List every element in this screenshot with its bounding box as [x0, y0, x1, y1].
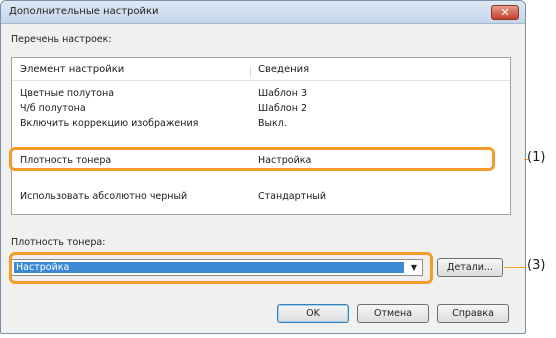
list-item-name: Использовать абсолютно черный [20, 191, 188, 202]
cancel-button[interactable]: Отмена [357, 304, 429, 323]
list-item[interactable]: Ч/б полутона Шаблон 2 [12, 103, 510, 116]
list-item[interactable]: Цветные полутона Шаблон 3 [12, 88, 510, 101]
list-item-name: Ч/б полутона [20, 103, 86, 114]
settings-list[interactable]: Элемент настройки Сведения Цветные полут… [11, 57, 511, 215]
list-item-name: Цветные полутона [20, 88, 115, 99]
list-item[interactable]: Включить коррекцию изображения Выкл. [12, 118, 510, 131]
title-bar: Дополнительные настройки ✕ [1, 1, 525, 24]
callout-label-3: (3) [527, 258, 546, 273]
callout-connector [504, 267, 526, 268]
advanced-settings-dialog: Дополнительные настройки ✕ Перечень наст… [0, 0, 526, 334]
window-title: Дополнительные настройки [9, 6, 159, 17]
settings-list-label: Перечень настроек: [11, 34, 112, 45]
column-header-details[interactable]: Сведения [258, 64, 309, 75]
list-item-value: Шаблон 2 [258, 103, 307, 114]
list-item-value: Выкл. [258, 118, 287, 129]
list-item-value: Шаблон 3 [258, 88, 307, 99]
list-item-value: Стандартный [258, 191, 327, 202]
list-highlight-outline [9, 147, 495, 171]
list-header: Элемент настройки Сведения [12, 64, 510, 81]
ok-button[interactable]: OK [277, 304, 349, 323]
close-button[interactable]: ✕ [491, 5, 519, 20]
list-item[interactable]: Использовать абсолютно черный Стандартны… [12, 191, 510, 204]
toner-density-label: Плотность тонера: [11, 237, 106, 248]
combo-highlight-outline [9, 252, 433, 284]
list-item-name: Включить коррекцию изображения [20, 118, 199, 129]
column-header-item[interactable]: Элемент настройки [20, 64, 124, 75]
help-button[interactable]: Справка [437, 304, 509, 323]
column-divider [250, 66, 251, 78]
details-button[interactable]: Детали... [437, 258, 503, 277]
callout-label-1: (1) [527, 150, 546, 165]
